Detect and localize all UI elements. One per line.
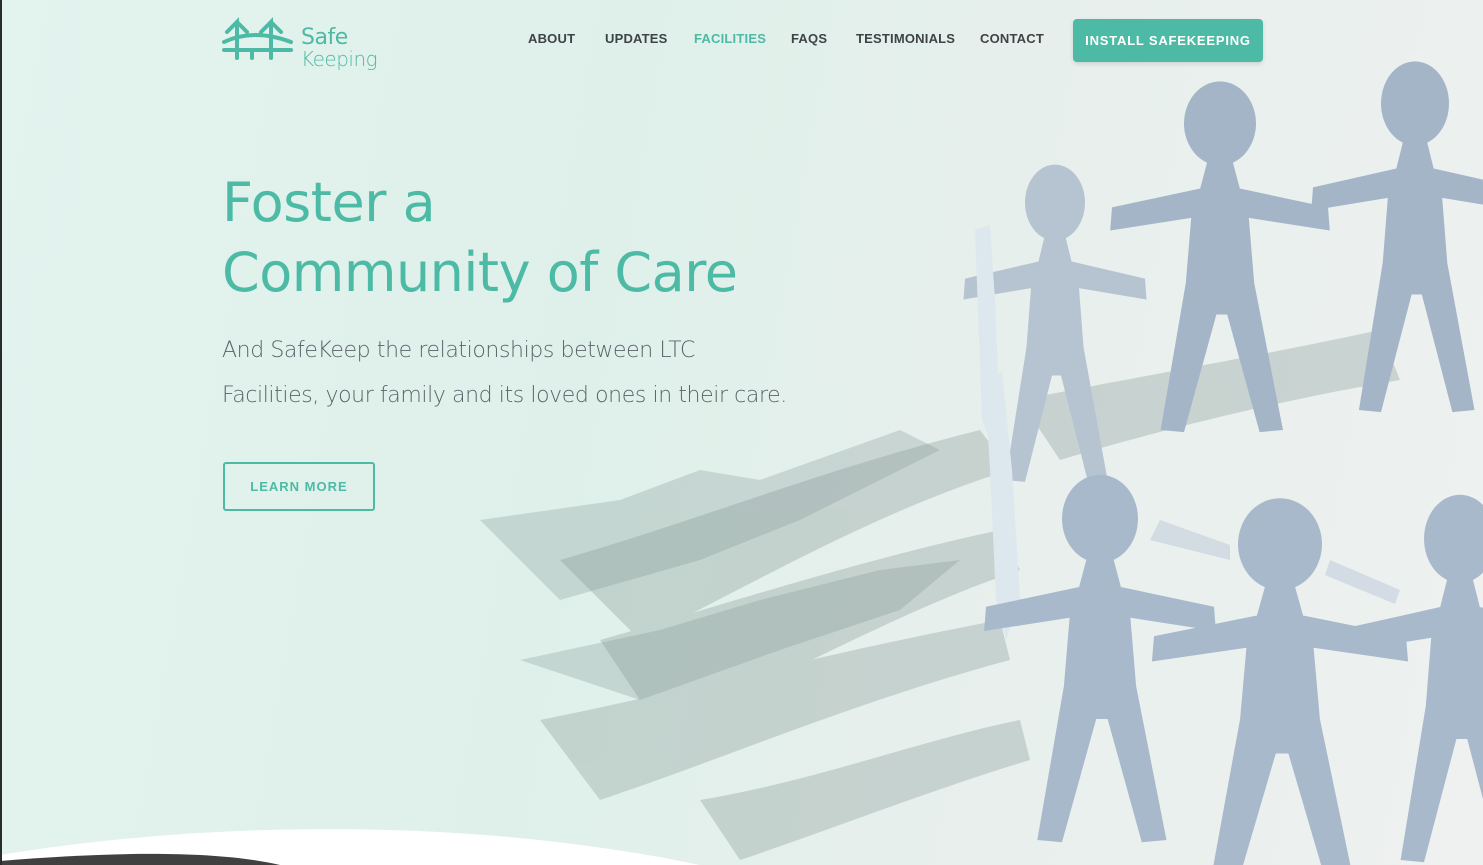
logo-text-safe: Safe [301, 25, 348, 50]
nav-updates[interactable]: UPDATES [605, 31, 668, 46]
hero-image-paper-people [480, 61, 1483, 865]
hero-bottom-wave [0, 829, 700, 865]
hero-headline: Foster a Community of Care [222, 168, 738, 308]
nav-contact[interactable]: CONTACT [980, 31, 1044, 46]
page-left-edge [0, 0, 2, 865]
bridge-icon [222, 17, 293, 60]
logo-text-keeping: Keeping [301, 47, 378, 71]
hero-subtitle: And SafeKeep the relationships between L… [222, 328, 842, 418]
safekeeping-logo[interactable]: Safe Keeping [222, 14, 382, 69]
nav-facilities[interactable]: FACILITIES [694, 31, 766, 46]
nav-faqs[interactable]: FAQS [791, 31, 827, 46]
learn-more-button[interactable]: LEARN MORE [223, 462, 375, 511]
hero-subtitle-line-1: And SafeKeep the relationships between L… [222, 338, 695, 363]
hero-headline-line-2: Community of Care [222, 241, 738, 304]
nav-testimonials[interactable]: TESTIMONIALS [856, 31, 955, 46]
nav-about[interactable]: ABOUT [528, 31, 575, 46]
hero-subtitle-line-2: Facilities, your family and its loved on… [222, 383, 787, 408]
hero-headline-line-1: Foster a [222, 171, 436, 234]
install-safekeeping-button[interactable]: INSTALL SAFEKEEPING [1073, 19, 1263, 62]
